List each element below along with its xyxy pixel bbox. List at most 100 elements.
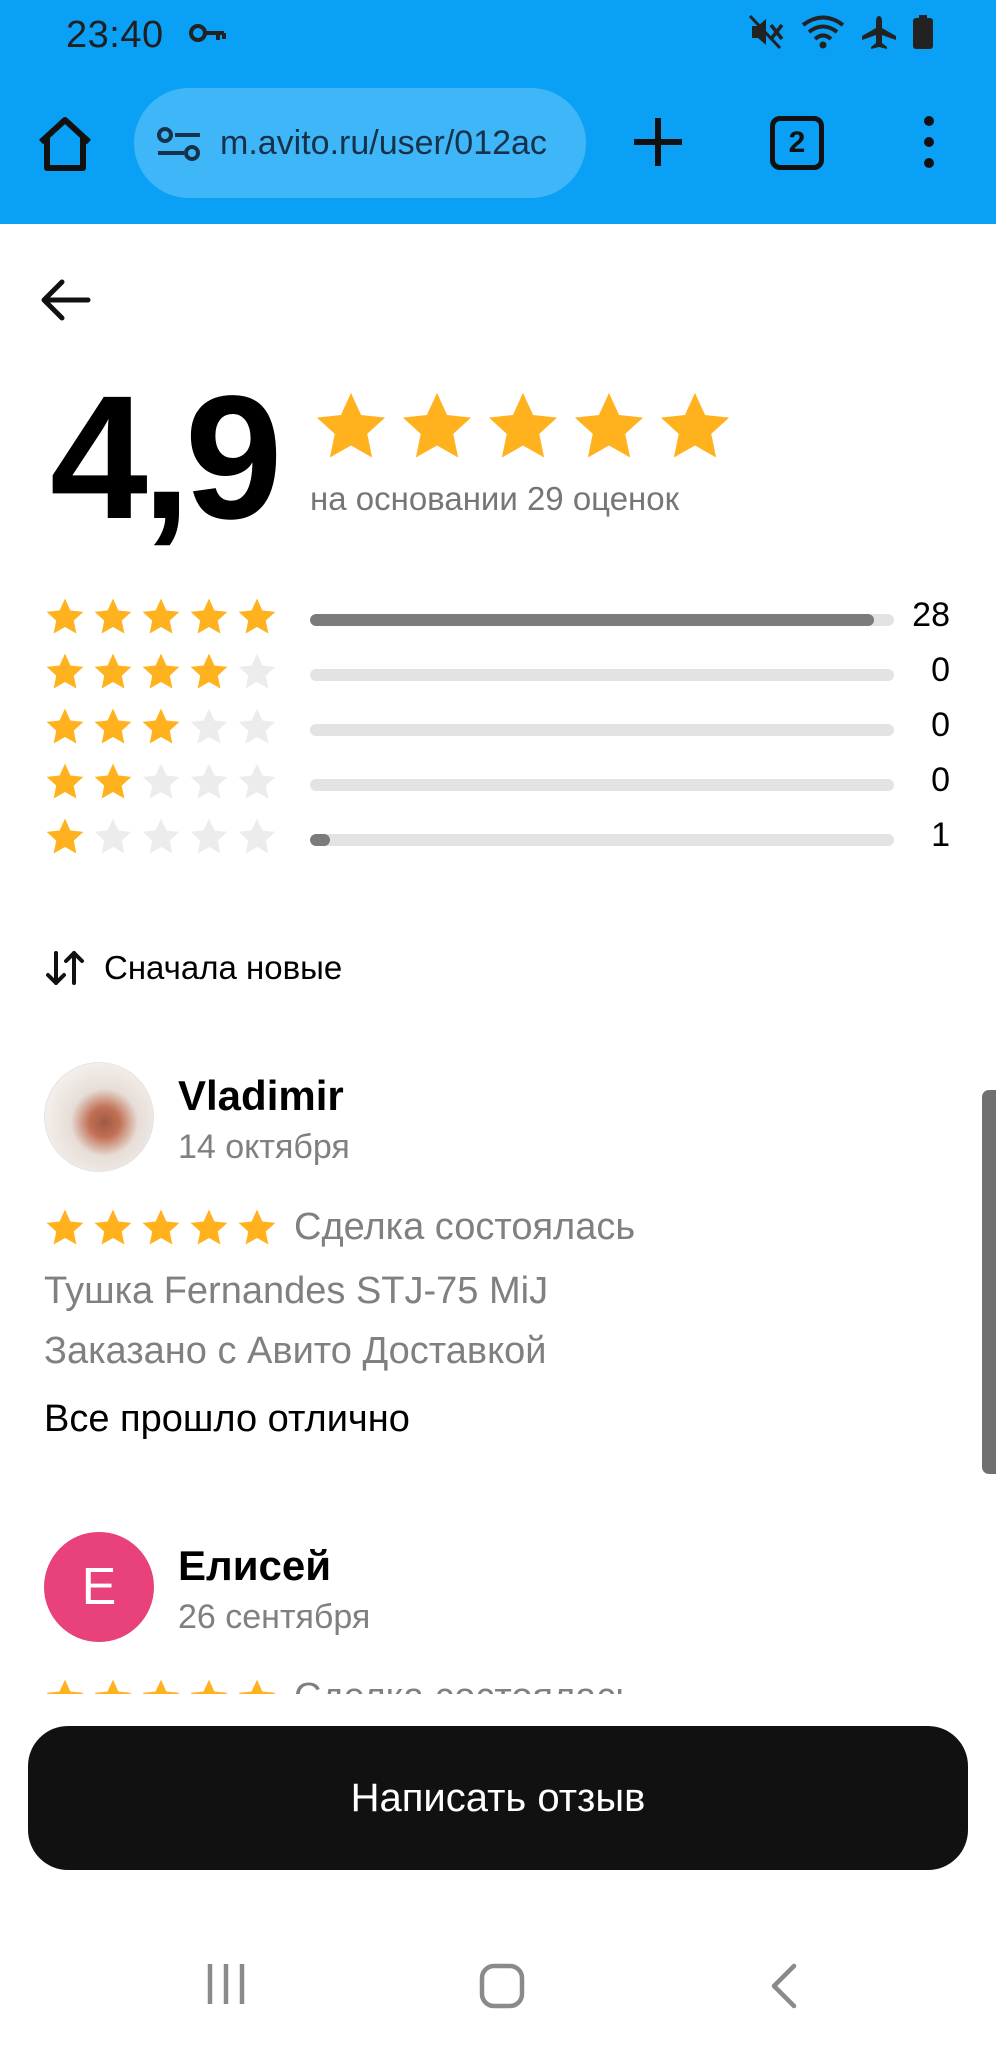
star-filled-icon xyxy=(190,1209,228,1244)
star-filled-icon xyxy=(46,1679,84,1694)
star-filled-icon xyxy=(574,392,644,458)
sort-label: Сначала новые xyxy=(104,949,343,986)
status-time: 23:40 xyxy=(66,14,164,56)
star-filled-icon xyxy=(190,598,228,634)
status-icons xyxy=(746,14,934,50)
review-comment: Все прошло отлично xyxy=(44,1398,410,1440)
star-filled-icon xyxy=(142,653,180,689)
sort-button[interactable]: Сначала новые xyxy=(44,946,342,990)
avatar[interactable]: Е xyxy=(44,1532,154,1642)
sort-icon xyxy=(46,951,84,985)
back-nav-icon[interactable] xyxy=(764,1962,804,2010)
star-filled-icon xyxy=(142,708,180,744)
tab-switcher-button[interactable]: 2 xyxy=(770,116,824,170)
review-stars xyxy=(44,1677,278,1694)
star-filled-icon xyxy=(238,1679,276,1694)
distribution-stars xyxy=(44,816,278,858)
star-filled-icon xyxy=(46,1209,84,1244)
new-tab-icon[interactable] xyxy=(630,112,686,172)
distribution-bar xyxy=(310,614,894,626)
star-filled-icon xyxy=(94,598,132,634)
distribution-row-2: 0 xyxy=(44,761,954,811)
star-filled-icon xyxy=(46,818,84,854)
system-nav-bar xyxy=(0,1920,996,2048)
star-filled-icon xyxy=(46,653,84,689)
star-filled-icon xyxy=(142,1209,180,1244)
distribution-bar-fill xyxy=(310,614,875,626)
star-filled-icon xyxy=(94,763,132,799)
write-review-button[interactable]: Написать отзыв xyxy=(28,1726,968,1870)
url-text[interactable]: m.avito.ru/user/012ac xyxy=(220,124,570,163)
airplane-icon xyxy=(862,16,896,49)
browser-chrome: 23:40 m.avito.ru/user/012ac 2 xyxy=(0,0,996,224)
review-item: Тушка Fernandes STJ-75 MiJ xyxy=(44,1270,549,1312)
distribution-bar xyxy=(310,834,894,846)
distribution-row-4: 0 xyxy=(44,651,954,701)
star-filled-icon xyxy=(316,392,386,458)
star-filled-icon xyxy=(94,1679,132,1694)
star-filled-icon xyxy=(402,392,472,458)
reviews-list: Vladimir 14 октября Сделка состоялась Ту… xyxy=(0,1040,996,1694)
star-filled-icon xyxy=(190,1679,228,1694)
distribution-count: 0 xyxy=(931,761,950,799)
star-filled-icon xyxy=(142,598,180,634)
distribution-count: 1 xyxy=(931,816,950,854)
distribution-stars xyxy=(44,706,278,748)
star-filled-icon xyxy=(238,1209,276,1244)
distribution-row-5: 28 xyxy=(44,596,954,646)
star-filled-icon xyxy=(46,598,84,634)
scrollbar-thumb[interactable] xyxy=(982,1090,996,1474)
review-author[interactable]: Vladimir xyxy=(178,1072,344,1120)
star-filled-icon xyxy=(46,708,84,744)
star-empty-icon xyxy=(142,763,180,799)
star-empty-icon xyxy=(238,818,276,854)
star-filled-icon xyxy=(94,1209,132,1244)
home-icon[interactable] xyxy=(34,112,96,174)
deal-status: Сделка состоялась xyxy=(294,1676,635,1694)
rating-stars xyxy=(312,388,734,466)
rating-score: 4,9 xyxy=(50,360,283,556)
star-empty-icon xyxy=(238,763,276,799)
star-filled-icon xyxy=(660,392,730,458)
star-filled-icon xyxy=(190,653,228,689)
distribution-bar xyxy=(310,724,894,736)
distribution-count: 28 xyxy=(912,596,950,634)
distribution-count: 0 xyxy=(931,651,950,689)
avatar[interactable] xyxy=(44,1062,154,1172)
deal-status: Сделка состоялась xyxy=(294,1206,636,1248)
distribution-count: 0 xyxy=(931,706,950,744)
distribution-stars xyxy=(44,761,278,803)
star-filled-icon xyxy=(94,653,132,689)
review-stars xyxy=(44,1207,278,1249)
review-author[interactable]: Елисей xyxy=(178,1542,331,1590)
url-bar[interactable]: m.avito.ru/user/012ac xyxy=(134,88,586,198)
review-delivery: Заказано с Авито Доставкой xyxy=(44,1330,547,1372)
wifi-icon xyxy=(801,15,845,49)
home-nav-icon[interactable] xyxy=(478,1962,526,2010)
star-empty-icon xyxy=(238,708,276,744)
mute-icon xyxy=(748,14,784,50)
star-empty-icon xyxy=(94,818,132,854)
back-arrow-icon[interactable] xyxy=(36,272,96,328)
key-icon xyxy=(189,24,226,42)
recents-icon[interactable] xyxy=(204,1962,248,2006)
star-filled-icon xyxy=(94,708,132,744)
star-empty-icon xyxy=(190,708,228,744)
star-empty-icon xyxy=(142,818,180,854)
star-filled-icon xyxy=(142,1679,180,1694)
site-settings-icon[interactable] xyxy=(156,124,202,164)
distribution-bar-fill xyxy=(310,834,330,846)
distribution-bar xyxy=(310,669,894,681)
distribution-row-3: 0 xyxy=(44,706,954,756)
battery-icon xyxy=(913,15,933,49)
distribution-stars xyxy=(44,596,278,638)
distribution-stars xyxy=(44,651,278,693)
distribution-row-1: 1 xyxy=(44,816,954,866)
star-empty-icon xyxy=(190,763,228,799)
star-filled-icon xyxy=(46,763,84,799)
star-filled-icon xyxy=(488,392,558,458)
review-date: 14 октября xyxy=(178,1128,350,1166)
overflow-menu-icon[interactable] xyxy=(914,116,944,176)
star-filled-icon xyxy=(238,598,276,634)
star-empty-icon xyxy=(190,818,228,854)
